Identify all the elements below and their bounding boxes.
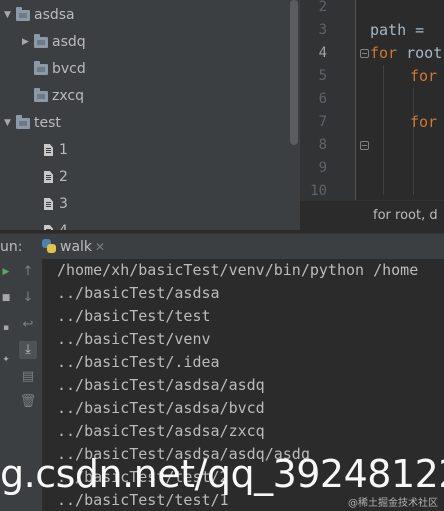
tree-item-file-2[interactable]: 2 (44, 164, 68, 190)
line-number: 6 (318, 91, 327, 107)
console-line: ../basicTest/asdsa/asdq (57, 376, 265, 394)
text-file-icon (44, 171, 53, 183)
run-tab-walk[interactable]: walk ✕ (42, 234, 105, 260)
console-line: ../basicTest/.idea (57, 353, 220, 371)
code-line-4: for root (370, 42, 442, 65)
tree-item-file-1[interactable]: 1 (44, 137, 68, 163)
code-text: root (397, 44, 443, 62)
arrow-down-icon[interactable]: ↓ (19, 289, 37, 307)
fold-icon[interactable] (360, 49, 369, 58)
watermark-small: @稀土掘金技术社区 (348, 498, 438, 509)
indent-guide (413, 88, 414, 195)
trash-icon[interactable]: 🗑 (19, 393, 37, 411)
tree-item-label: 2 (59, 169, 68, 185)
indent-guide (383, 65, 384, 195)
tree-item-asdsa[interactable]: ▼ asdsa (4, 2, 75, 28)
console-line: ../basicTest/test (57, 307, 211, 325)
line-number: 2 (318, 0, 327, 15)
folder-icon (16, 6, 30, 21)
python-icon (42, 239, 56, 253)
soft-wrap-icon[interactable]: ↩ (19, 316, 37, 334)
chevron-right-icon[interactable]: ▶ (22, 29, 34, 55)
code-line-5: for (410, 65, 437, 88)
run-tab-label: walk (60, 239, 93, 255)
console-line: ../basicTest/asdsa/zxcq (57, 422, 265, 440)
folder-icon (16, 114, 30, 129)
keyword-for: for (410, 67, 438, 85)
code-editor[interactable]: 2 3 4 5 6 7 8 9 10 path = for root for f… (300, 0, 444, 230)
console-line: ../basicTest/venv (57, 330, 211, 348)
fold-icon[interactable] (360, 141, 369, 150)
line-number-gutter: 2 3 4 5 6 7 8 9 10 (300, 0, 356, 200)
tree-item-label: 4 (59, 223, 68, 230)
line-number: 7 (318, 114, 327, 130)
scroll-to-end-icon[interactable]: ⤓ (19, 341, 37, 359)
project-tree: ▼ asdsa ▶ asdq bvcd zxcq ▼ test 1 2 3 4 (0, 0, 300, 230)
code-text: path = (370, 21, 434, 39)
tree-item-zxcq[interactable]: zxcq (34, 83, 84, 109)
editor-breadcrumb[interactable]: for root, d (300, 200, 444, 230)
stop-icon[interactable]: ■ (1, 293, 11, 303)
tree-item-label: zxcq (52, 88, 84, 104)
tree-item-test[interactable]: ▼ test (4, 110, 61, 136)
tree-item-label: asdsa (34, 7, 75, 23)
arrow-up-icon[interactable]: ↑ (19, 263, 37, 281)
folder-icon (34, 60, 48, 75)
code-line-3: path = (370, 19, 433, 42)
tree-item-label: 3 (59, 196, 68, 212)
keyword-for: for (370, 44, 398, 62)
keyword-for: for (410, 113, 438, 131)
tree-item-label: test (34, 115, 61, 131)
text-file-icon (44, 198, 53, 210)
run-label: un: (0, 239, 23, 255)
pin-icon[interactable]: ✦ (1, 355, 11, 365)
line-number: 5 (318, 68, 327, 84)
code-line-7: for (410, 111, 437, 134)
breadcrumb-text[interactable]: for root, d (373, 208, 438, 223)
chevron-down-icon[interactable]: ▼ (4, 2, 16, 28)
tree-item-bvcd[interactable]: bvcd (34, 56, 86, 82)
text-file-icon (44, 225, 53, 230)
tree-item-label: asdq (52, 34, 86, 50)
layout-icon[interactable]: ▪ (1, 323, 11, 333)
line-number: 8 (318, 137, 327, 153)
tree-item-file-3[interactable]: 3 (44, 191, 68, 217)
console-line: ../basicTest/asdsa (57, 284, 220, 302)
folder-icon (34, 87, 48, 102)
tree-item-asdq[interactable]: ▶ asdq (22, 29, 86, 55)
rerun-icon[interactable]: ▶ (1, 267, 11, 277)
close-icon[interactable]: ✕ (95, 240, 105, 254)
console-line: ../basicTest/asdsa/bvcd (57, 399, 265, 417)
tree-scrollbar[interactable] (290, 0, 298, 145)
run-panel-header: un: walk ✕ (0, 233, 444, 259)
line-number: 3 (318, 22, 327, 38)
tree-item-label: bvcd (52, 61, 86, 77)
line-number: 9 (318, 160, 327, 176)
folder-icon (34, 33, 48, 48)
line-number-current: 4 (318, 45, 327, 61)
print-icon[interactable]: ▤ (19, 368, 37, 386)
tree-item-file-4[interactable]: 4 (44, 218, 68, 230)
chevron-down-icon[interactable]: ▼ (4, 110, 16, 136)
tree-item-label: 1 (59, 142, 68, 158)
text-file-icon (44, 144, 53, 156)
console-line: /home/xh/basicTest/venv/bin/python /home (57, 261, 419, 279)
watermark-url: g.csdn.net/qq_39248122 (0, 452, 444, 496)
